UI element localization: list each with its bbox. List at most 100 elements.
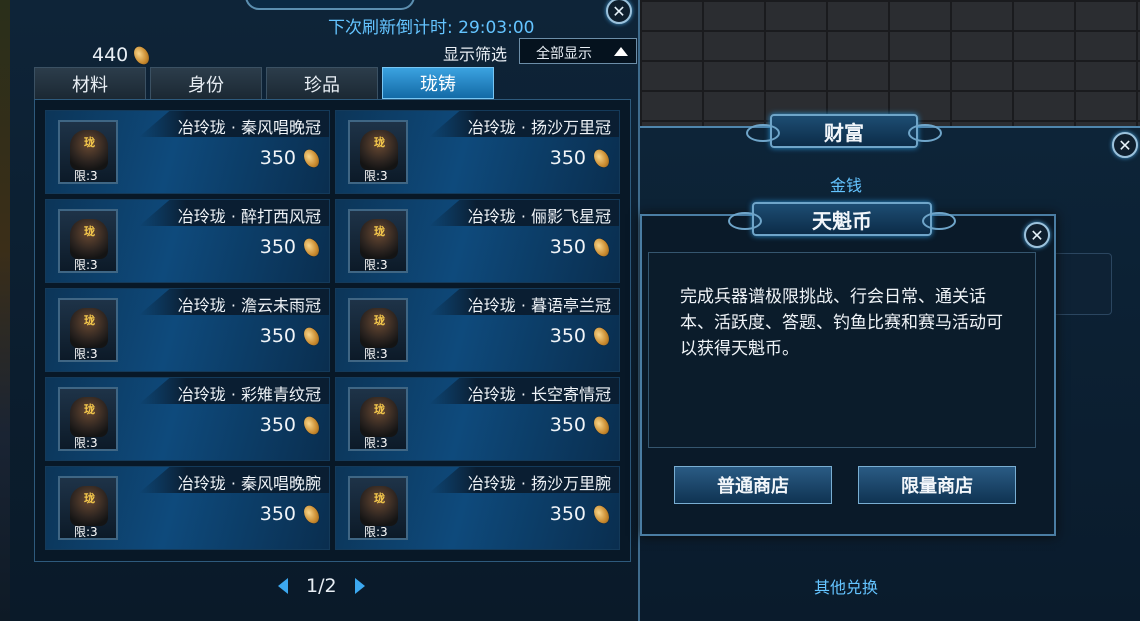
tab-longzhu[interactable]: 珑铸 — [382, 67, 494, 99]
limited-shop-button[interactable]: 限量商店 — [858, 466, 1016, 504]
price-value: 350 — [259, 414, 296, 436]
item-glyph: 珑 — [84, 492, 95, 505]
item-limit: 限:3 — [364, 169, 388, 183]
item-limit: 限:3 — [364, 436, 388, 450]
shop-item[interactable]: 冶玲珑 · 秦风唱晚腕 350 珑限:3 — [45, 466, 330, 550]
coin-icon — [300, 146, 323, 170]
item-glyph: 珑 — [374, 314, 385, 327]
item-name: 冶玲珑 · 秦风唱晚腕 — [177, 474, 321, 493]
coin-icon — [300, 502, 323, 526]
item-price: 350 — [549, 502, 613, 526]
tab-treasures[interactable]: 珍品 — [266, 67, 378, 99]
item-limit: 限:3 — [364, 258, 388, 272]
item-icon: 珑限:3 — [348, 387, 408, 451]
close-icon: ✕ — [1118, 135, 1132, 155]
tab-materials[interactable]: 材料 — [34, 67, 146, 99]
tab-label: 珍品 — [304, 74, 340, 96]
item-icon: 珑限:3 — [348, 298, 408, 362]
price-value: 350 — [549, 503, 586, 525]
price-value: 350 — [549, 414, 586, 436]
next-page-icon[interactable] — [354, 578, 365, 594]
item-price: 350 — [259, 146, 323, 170]
close-icon: ✕ — [1030, 225, 1044, 245]
shop-close-button[interactable]: ✕ — [606, 0, 632, 24]
item-name: 冶玲珑 · 秦风唱晚冠 — [177, 118, 321, 137]
other-exchange-label[interactable]: 其他兑换 — [814, 574, 878, 598]
item-glyph: 珑 — [374, 136, 385, 149]
item-icon: 珑限:3 — [348, 120, 408, 184]
item-icon: 珑限:3 — [348, 209, 408, 273]
money-section-label: 金钱 — [830, 176, 863, 195]
popup-close-button[interactable]: ✕ — [1024, 222, 1050, 248]
item-icon: 珑限:3 — [58, 476, 118, 540]
shop-item[interactable]: 冶玲珑 · 醉打西风冠 350 珑限:3 — [45, 199, 330, 283]
item-limit: 限:3 — [74, 347, 98, 361]
item-glyph: 珑 — [374, 225, 385, 238]
item-glyph: 珑 — [374, 403, 385, 416]
item-icon: 珑限:3 — [58, 120, 118, 184]
shop-item[interactable]: 冶玲珑 · 扬沙万里冠 350 珑限:3 — [335, 110, 620, 194]
item-price: 350 — [549, 324, 613, 348]
item-icon: 珑限:3 — [348, 476, 408, 540]
item-name: 冶玲珑 · 扬沙万里腕 — [467, 474, 611, 493]
filter-label: 显示筛选 — [443, 45, 508, 64]
filter-dropdown[interactable]: 全部显示 — [519, 38, 637, 64]
price-value: 350 — [549, 147, 586, 169]
item-limit: 限:3 — [364, 525, 388, 539]
tab-label: 材料 — [72, 74, 108, 96]
coin-icon — [590, 502, 613, 526]
price-value: 350 — [549, 325, 586, 347]
shop-item[interactable]: 冶玲珑 · 暮语亭兰冠 350 珑限:3 — [335, 288, 620, 372]
currency-display: 440 — [92, 43, 153, 67]
price-value: 350 — [259, 503, 296, 525]
item-icon: 珑限:3 — [58, 298, 118, 362]
item-glyph: 珑 — [84, 136, 95, 149]
coin-icon — [590, 324, 613, 348]
shop-item[interactable]: 冶玲珑 · 秦风唱晚冠 350 珑限:3 — [45, 110, 330, 194]
close-icon: ✕ — [612, 1, 626, 21]
refresh-countdown: 下次刷新倒计时: 29:03:00 — [328, 18, 535, 38]
item-price: 350 — [259, 235, 323, 259]
item-price: 350 — [260, 324, 323, 348]
shop-item[interactable]: 冶玲珑 · 扬沙万里腕 350 珑限:3 — [335, 466, 620, 550]
item-glyph: 珑 — [84, 314, 95, 327]
price-value: 350 — [259, 236, 296, 258]
item-icon: 珑限:3 — [58, 209, 118, 273]
item-limit: 限:3 — [74, 525, 98, 539]
item-grid: 冶玲珑 · 秦风唱晚冠 350 珑限:3 冶玲珑 · 扬沙万里冠 350 珑限:… — [34, 99, 631, 562]
item-limit: 限:3 — [74, 169, 98, 183]
prev-page-icon[interactable] — [278, 578, 288, 594]
popup-description: 完成兵器谱极限挑战、行会日常、通关话本、活跃度、答题、钓鱼比赛和赛马活动可以获得… — [680, 287, 1003, 359]
shop-item[interactable]: 冶玲珑 · 澹云未雨冠 350 珑限:3 — [45, 288, 330, 372]
wealth-title-text: 财富 — [824, 120, 864, 145]
coin-icon — [590, 413, 613, 437]
coin-icon — [300, 324, 323, 348]
shop-item[interactable]: 冶玲珑 · 俪影飞星冠 350 珑限:3 — [335, 199, 620, 283]
tab-label: 珑铸 — [420, 74, 456, 95]
currency-amount: 440 — [92, 44, 129, 66]
filter-value: 全部显示 — [536, 46, 592, 62]
item-name: 冶玲珑 · 彩雉青纹冠 — [177, 385, 321, 404]
button-label: 普通商店 — [717, 476, 789, 497]
tab-identity[interactable]: 身份 — [150, 67, 262, 99]
shop-item[interactable]: 冶玲珑 · 长空寄情冠 350 珑限:3 — [335, 377, 620, 461]
category-tabs: 材料 身份 珍品 珑铸 — [34, 67, 494, 99]
item-limit: 限:3 — [364, 347, 388, 361]
coin-icon — [131, 43, 153, 67]
wealth-close-button[interactable]: ✕ — [1112, 132, 1138, 158]
item-name: 冶玲珑 · 俪影飞星冠 — [467, 207, 611, 226]
item-name: 冶玲珑 · 长空寄情冠 — [467, 385, 611, 404]
normal-shop-button[interactable]: 普通商店 — [674, 466, 832, 504]
shop-item[interactable]: 冶玲珑 · 彩雉青纹冠 350 珑限:3 — [45, 377, 330, 461]
price-value: 350 — [549, 236, 586, 258]
tab-label: 身份 — [188, 74, 224, 96]
item-price: 350 — [549, 235, 613, 259]
item-price: 350 — [549, 146, 613, 170]
tiankui-coin-popup: 天魁币 ✕ 完成兵器谱极限挑战、行会日常、通关话本、活跃度、答题、钓鱼比赛和赛马… — [640, 202, 1056, 536]
item-name: 冶玲珑 · 扬沙万里冠 — [467, 118, 611, 137]
shop-panel: ✕ 下次刷新倒计时: 29:03:00 440 显示筛选 全部显示 材料 身份 … — [10, 0, 640, 621]
coin-icon — [590, 235, 613, 259]
item-limit: 限:3 — [74, 258, 98, 272]
item-name: 冶玲珑 · 澹云未雨冠 — [177, 296, 321, 315]
price-value: 350 — [259, 147, 296, 169]
